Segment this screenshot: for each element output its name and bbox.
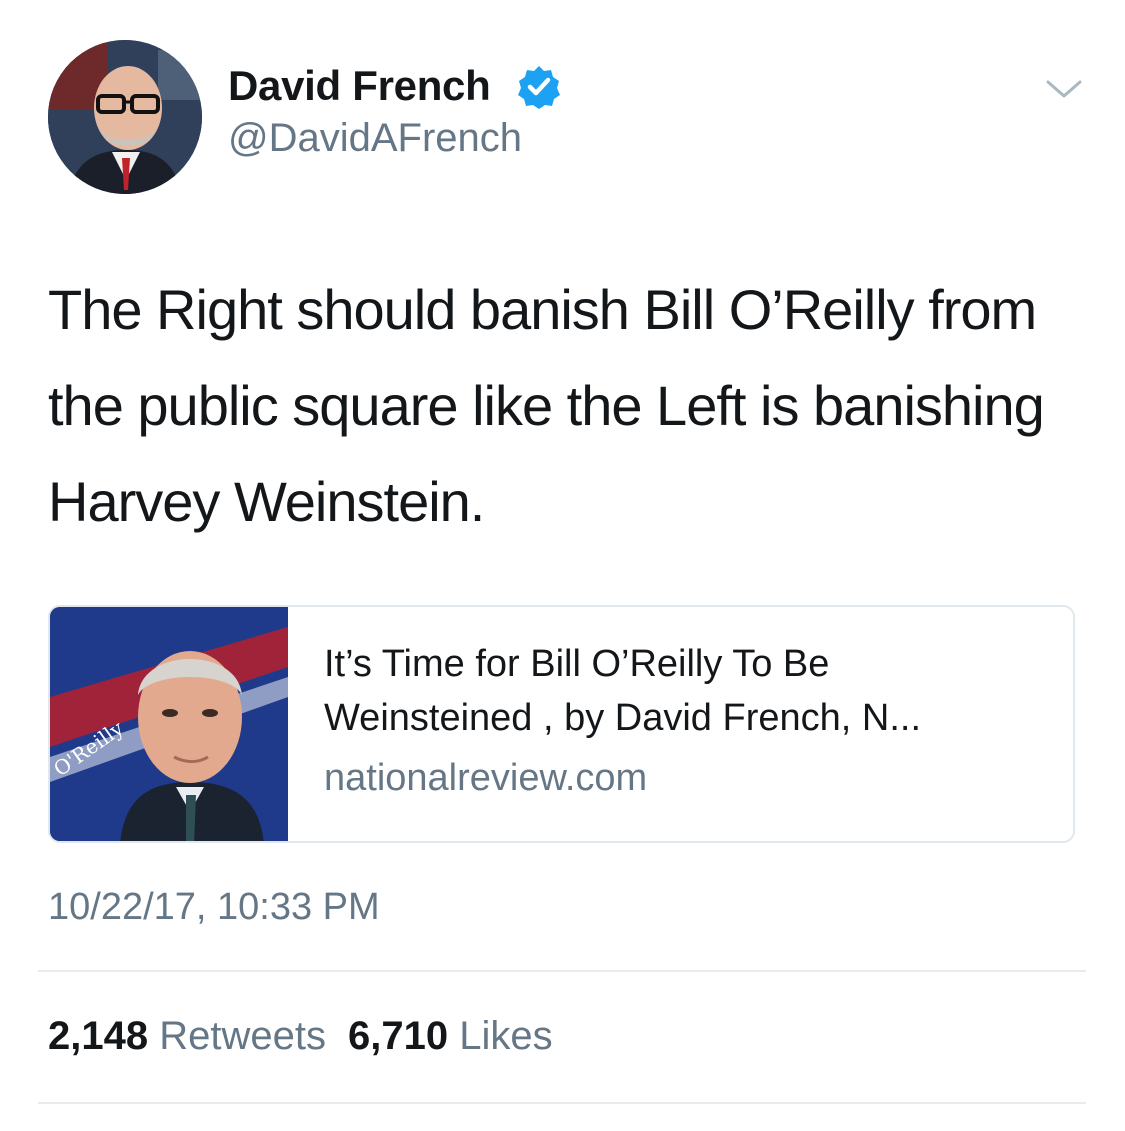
avatar-image [48,40,202,194]
user-handle[interactable]: @DavidAFrench [228,116,522,161]
avatar[interactable] [48,40,202,194]
chevron-down-icon[interactable] [1044,74,1084,104]
tweet-timestamp[interactable]: 10/22/17, 10:33 PM [48,886,380,929]
card-thumbnail: O'Reilly [50,607,288,841]
retweets-stat[interactable]: 2,148 Retweets [48,1014,326,1058]
link-card[interactable]: O'Reilly It’s Time for Bill O’Reilly To … [48,605,1075,843]
likes-stat[interactable]: 6,710 Likes [348,1014,553,1058]
card-domain[interactable]: nationalreview.com [324,757,647,800]
retweets-label: Retweets [159,1014,326,1058]
card-title[interactable]: It’s Time for Bill O’Reilly To Be Weinst… [324,637,1044,745]
retweets-count: 2,148 [48,1014,149,1058]
tweet-text: The Right should banish Bill O’Reilly fr… [48,278,1045,533]
likes-count: 6,710 [347,1014,449,1058]
display-name[interactable]: David French [228,62,491,110]
likes-label: Likes [459,1014,553,1058]
divider [38,1102,1086,1104]
divider [38,970,1086,972]
tweet-stats: 2,148 Retweets 6,710 Likes [48,1014,553,1059]
verified-badge-icon [518,66,560,109]
